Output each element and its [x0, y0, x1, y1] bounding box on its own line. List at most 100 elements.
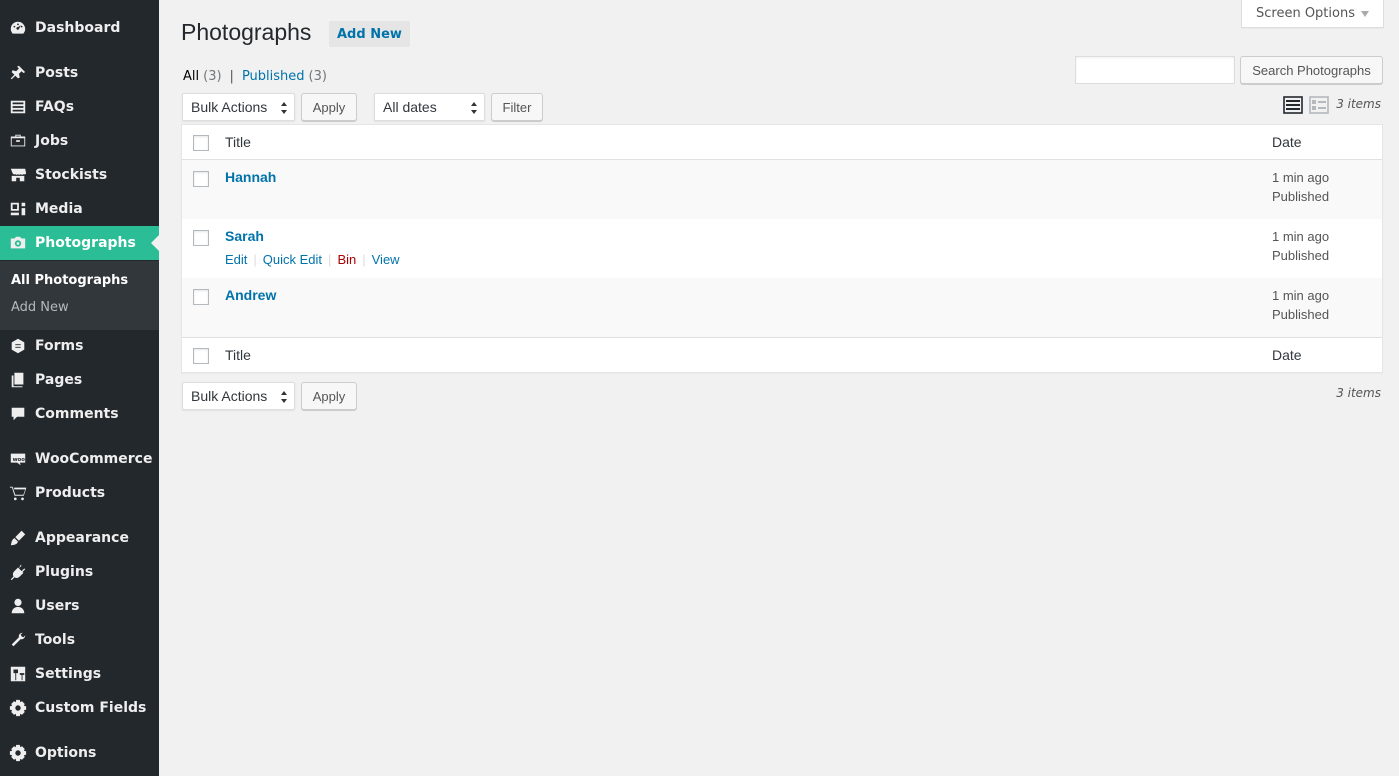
caret-down-icon [1361, 10, 1369, 17]
forms-icon [8, 336, 28, 356]
woo-icon: woo [8, 449, 28, 469]
media-icon [8, 199, 28, 219]
list-view-icon[interactable] [1283, 95, 1303, 115]
menu-products[interactable]: Products [0, 476, 159, 510]
filter-all[interactable]: All [183, 69, 199, 84]
menu-label: Tools [35, 632, 76, 648]
menu-users[interactable]: Users [0, 589, 159, 623]
menu-appearance[interactable]: Appearance [0, 521, 159, 555]
row-status: Published [1272, 248, 1330, 263]
row-date-ago: 1 min ago [1272, 288, 1330, 303]
menu-comments[interactable]: Comments [0, 397, 159, 431]
menu-label: Settings [35, 666, 102, 682]
menu-dashboard[interactable]: Dashboard [0, 11, 159, 45]
menu-label: Forms [35, 338, 84, 354]
menu-faqs[interactable]: FAQs [0, 90, 159, 124]
row-action-edit[interactable]: Edit [225, 252, 247, 267]
user-icon [8, 596, 28, 616]
row-status: Published [1272, 307, 1330, 322]
select-all-checkbox[interactable] [193, 135, 209, 151]
wrench-icon [8, 630, 28, 650]
row-checkbox[interactable] [193, 230, 209, 246]
apply-button-bottom[interactable]: Apply [301, 382, 357, 410]
screen-options-label: Screen Options [1256, 6, 1355, 21]
filter-published[interactable]: Published [242, 69, 305, 84]
menu-jobs[interactable]: Jobs [0, 124, 159, 158]
menu-custom-fields[interactable]: Custom Fields [0, 691, 159, 725]
menu-label: Custom Fields [35, 700, 147, 716]
filter-button[interactable]: Filter [491, 93, 543, 121]
row-date: 1 min ago Published [1272, 168, 1329, 206]
menu-label: Photographs [35, 235, 136, 251]
search-input[interactable] [1075, 56, 1235, 84]
row-checkbox[interactable] [193, 171, 209, 187]
column-date-footer[interactable]: Date [1272, 347, 1302, 363]
row-action-view[interactable]: View [372, 252, 400, 267]
row-action-bin[interactable]: Bin [337, 252, 356, 267]
menu-photographs[interactable]: Photographs [0, 226, 159, 260]
submenu-add-new[interactable]: Add New [11, 300, 69, 315]
date-filter-select[interactable]: All dates [374, 93, 485, 121]
row-title-link[interactable]: Andrew [225, 287, 276, 303]
menu-forms[interactable]: Forms [0, 329, 159, 363]
row-checkbox[interactable] [193, 289, 209, 305]
row-action-separator: | [253, 252, 257, 267]
filter-published-count: (3) [308, 69, 327, 84]
menu-media[interactable]: Media [0, 192, 159, 226]
screen-options-toggle[interactable]: Screen Options [1241, 0, 1384, 28]
menu-label: Pages [35, 372, 83, 388]
list-icon [8, 97, 28, 117]
table-footer-row: Title Date [182, 337, 1382, 372]
row-date: 1 min ago Published [1272, 286, 1329, 324]
menu-label: Posts [35, 65, 79, 81]
menu-plugins[interactable]: Plugins [0, 555, 159, 589]
briefcase-icon [8, 131, 28, 151]
row-date-ago: 1 min ago [1272, 229, 1330, 244]
apply-button-top[interactable]: Apply [301, 93, 357, 121]
menu-pages[interactable]: Pages [0, 363, 159, 397]
menu-posts[interactable]: Posts [0, 56, 159, 90]
menu-label: Appearance [35, 530, 129, 546]
plugin-icon [8, 562, 28, 582]
row-date-ago: 1 min ago [1272, 170, 1330, 185]
menu-label: Dashboard [35, 20, 121, 36]
bulk-actions-select[interactable]: Bulk Actions [182, 93, 295, 121]
dashboard-icon [8, 18, 28, 38]
menu-tools[interactable]: Tools [0, 623, 159, 657]
row-actions: Edit | Quick Edit | Bin | View [225, 252, 400, 267]
photographs-submenu: All Photographs Add New [0, 261, 159, 330]
row-title-link[interactable]: Sarah [225, 228, 264, 244]
column-title-footer[interactable]: Title [225, 347, 251, 363]
camera-icon [8, 233, 28, 253]
menu-label: Users [35, 598, 80, 614]
menu-label: Media [35, 201, 83, 217]
bulk-actions-select-bottom[interactable]: Bulk Actions [182, 382, 295, 410]
comment-icon [8, 404, 28, 424]
bulk-actions-value: Bulk Actions [191, 388, 268, 404]
posts-table: Title Date Hannah 1 min ago Published Sa… [181, 124, 1383, 373]
menu-label: Plugins [35, 564, 94, 580]
menu-label: WooCommerce [35, 451, 153, 467]
search-photographs-button[interactable]: Search Photographs [1240, 56, 1383, 84]
column-date-header[interactable]: Date [1272, 134, 1302, 150]
row-action-quick-edit[interactable]: Quick Edit [263, 252, 322, 267]
table-row: Hannah 1 min ago Published [182, 160, 1382, 219]
table-row: Sarah Edit | Quick Edit | Bin | View 1 m… [182, 219, 1382, 278]
column-title-header[interactable]: Title [225, 134, 251, 150]
add-new-button[interactable]: Add New [329, 21, 410, 47]
menu-options[interactable]: Options [0, 736, 159, 770]
excerpt-view-icon[interactable] [1309, 95, 1329, 115]
main-content: Photographs Add New Screen Options All (… [159, 0, 1399, 776]
menu-settings[interactable]: Settings [0, 657, 159, 691]
page-title: Photographs [181, 19, 312, 45]
select-all-checkbox-footer[interactable] [193, 348, 209, 364]
row-action-separator: | [328, 252, 332, 267]
filter-separator: | [229, 69, 234, 84]
select-arrows-icon [281, 391, 288, 403]
row-title-link[interactable]: Hannah [225, 169, 276, 185]
items-count-bottom: 3 items [1336, 386, 1381, 400]
submenu-all-photographs[interactable]: All Photographs [11, 273, 128, 288]
brush-icon [8, 528, 28, 548]
menu-stockists[interactable]: Stockists [0, 158, 159, 192]
menu-woocommerce[interactable]: woo WooCommerce [0, 442, 159, 476]
